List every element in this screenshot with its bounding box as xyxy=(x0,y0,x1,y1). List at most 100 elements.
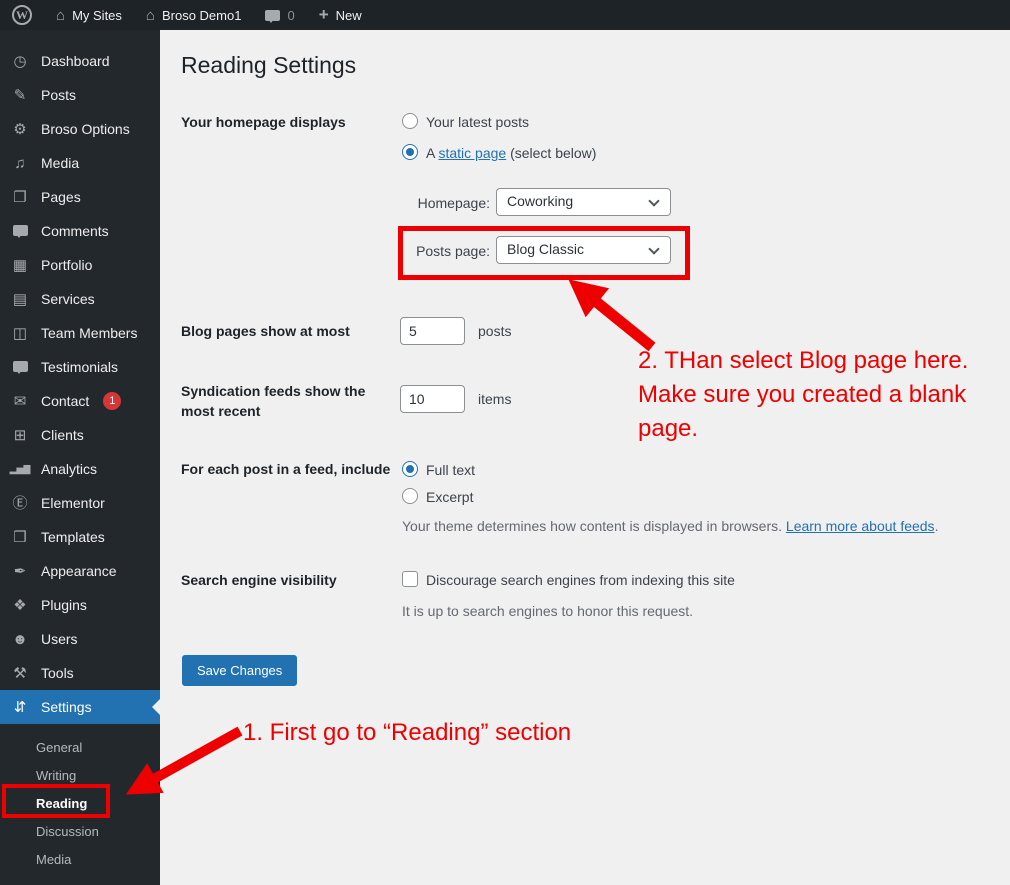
posts-page-select-label: Posts page: xyxy=(416,243,490,259)
sidebar-item-media[interactable]: ♫ Media xyxy=(0,146,160,180)
wrench-icon: ⚒ xyxy=(13,664,27,682)
sidebar-item-label: Comments xyxy=(41,223,109,239)
search-visibility-label: Search engine visibility xyxy=(181,572,337,588)
feed-note: Your theme determines how content is dis… xyxy=(402,518,938,534)
submenu-item-reading[interactable]: Reading xyxy=(0,790,160,818)
sidebar-item-label: Media xyxy=(41,155,80,171)
services-icon: ▤ xyxy=(12,290,28,308)
sidebar-item-dashboard[interactable]: ◷ Dashboard xyxy=(0,44,160,78)
radio-latest-posts-label: Your latest posts xyxy=(426,114,529,130)
posts-page-select[interactable]: Blog Classic xyxy=(496,236,671,264)
sidebar-item-label: Templates xyxy=(41,529,105,545)
chevron-down-icon xyxy=(648,243,660,255)
sidebar-item-appearance[interactable]: ✒ Appearance xyxy=(0,554,160,588)
sidebar-item-posts[interactable]: ✎ Posts xyxy=(0,78,160,112)
radio-static-page[interactable] xyxy=(402,144,418,160)
admin-bar: W ⌂ My Sites ⌂ Broso Demo1 0 + New xyxy=(0,0,1010,30)
sidebar-item-settings[interactable]: ⇵ Settings xyxy=(0,690,160,724)
sidebar-item-label: Elementor xyxy=(41,495,105,511)
pushpin-icon: ✎ xyxy=(13,86,27,104)
grid-icon: ⊞ xyxy=(13,426,27,444)
gear-icon: ⚙ xyxy=(13,120,27,138)
sidebar-item-analytics[interactable]: ▂▅▇ Analytics xyxy=(0,452,160,486)
annotation-step1-text: 1. First go to “Reading” section xyxy=(243,719,572,746)
sidebar-item-broso-options[interactable]: ⚙ Broso Options xyxy=(0,112,160,146)
static-page-link[interactable]: static page xyxy=(438,145,506,161)
sidebar-item-label: Tools xyxy=(41,665,74,681)
admin-menu: ◷ Dashboard ✎ Posts ⚙ Broso Options ♫ Media ❐ Pag… xyxy=(0,44,160,724)
feed-note-text: Your theme determines how content is dis… xyxy=(402,518,786,534)
media-icon: ♫ xyxy=(14,154,26,172)
sidebar-item-plugins[interactable]: ❖ Plugins xyxy=(0,588,160,622)
submenu-item-discussion[interactable]: Discussion xyxy=(0,818,160,846)
syndication-label: Syndication feeds show the most recent xyxy=(181,383,366,419)
page-title: Reading Settings xyxy=(181,52,357,78)
discourage-indexing-label: Discourage search engines from indexing … xyxy=(426,572,735,588)
new-label: New xyxy=(335,7,362,23)
static-page-prefix: A xyxy=(426,145,439,161)
syndication-input[interactable] xyxy=(400,385,465,413)
sidebar-item-services[interactable]: ▤ Services xyxy=(0,282,160,316)
sidebar-item-label: Settings xyxy=(41,699,92,715)
envelope-icon: ✉ xyxy=(13,392,27,410)
blog-pages-input[interactable] xyxy=(400,317,465,345)
syndication-unit: items xyxy=(478,391,512,407)
wordpress-logo-menu[interactable]: W xyxy=(0,0,44,30)
sidebar-item-team-members[interactable]: ◫ Team Members xyxy=(0,316,160,350)
radio-latest-posts[interactable] xyxy=(402,113,418,129)
site-name-menu[interactable]: ⌂ Broso Demo1 xyxy=(134,0,254,30)
homepage-displays-label: Your homepage displays xyxy=(181,114,346,130)
new-content-menu[interactable]: + New xyxy=(307,0,374,30)
submenu-item-media[interactable]: Media xyxy=(0,846,160,874)
reading-settings-page: Reading Settings Your homepage displays … xyxy=(160,30,1010,885)
annotation-step2-text: 2. THan select Blog page here. Make sure… xyxy=(638,344,968,446)
plus-icon: + xyxy=(318,5,329,24)
sidebar-item-users[interactable]: ☻ Users xyxy=(0,622,160,656)
comment-bubble-icon xyxy=(12,224,28,238)
radio-full-text[interactable] xyxy=(402,461,418,477)
submenu-item-general[interactable]: General xyxy=(0,734,160,762)
comments-menu[interactable]: 0 xyxy=(253,0,306,30)
sidebar-item-elementor[interactable]: Ⓔ Elementor xyxy=(0,486,160,520)
blog-pages-unit: posts xyxy=(478,323,512,339)
sidebar-item-contact[interactable]: ✉ Contact 1 xyxy=(0,384,160,418)
sidebar-item-label: Contact xyxy=(41,393,90,409)
learn-more-feeds-link[interactable]: Learn more about feeds xyxy=(786,518,935,534)
sidebar-item-label: Services xyxy=(41,291,95,307)
sidebar-item-tools[interactable]: ⚒ Tools xyxy=(0,656,160,690)
homepage-select[interactable]: Coworking xyxy=(496,188,671,216)
multisite-house-icon: ⌂ xyxy=(56,6,66,24)
wordpress-logo-icon: W xyxy=(12,5,32,25)
home-icon: ⌂ xyxy=(145,6,155,24)
radio-full-text-label: Full text xyxy=(426,462,476,478)
sidebar-item-label: Analytics xyxy=(41,461,98,477)
sidebar-item-label: Users xyxy=(41,631,78,647)
sidebar-item-portfolio[interactable]: ▦ Portfolio xyxy=(0,248,160,282)
feed-include-label: For each post in a feed, include xyxy=(181,461,391,477)
radio-excerpt[interactable] xyxy=(402,488,418,504)
posts-page-select-value: Blog Classic xyxy=(507,241,585,257)
sidebar-item-label: Broso Options xyxy=(41,121,130,137)
annotation-step2-line1: 2. THan select Blog page here. xyxy=(638,347,969,374)
sidebar-item-templates[interactable]: ❒ Templates xyxy=(0,520,160,554)
sidebar-item-testimonials[interactable]: Testimonials xyxy=(0,350,160,384)
my-sites-menu[interactable]: ⌂ My Sites xyxy=(44,0,134,30)
homepage-select-label: Homepage: xyxy=(417,195,490,211)
sidebar-item-comments[interactable]: Comments xyxy=(0,214,160,248)
comment-count: 0 xyxy=(287,7,295,23)
comment-bubble-icon xyxy=(265,9,281,23)
save-changes-button[interactable]: Save Changes xyxy=(182,655,298,686)
sidebar-item-pages[interactable]: ❐ Pages xyxy=(0,180,160,214)
discourage-indexing-checkbox[interactable] xyxy=(402,571,418,587)
feed-note-suffix: . xyxy=(934,518,939,534)
submenu-item-writing[interactable]: Writing xyxy=(0,762,160,790)
testimonial-bubble-icon xyxy=(9,360,31,375)
sidebar-item-clients[interactable]: ⊞ Clients xyxy=(0,418,160,452)
sidebar-item-label: Testimonials xyxy=(41,359,119,375)
unread-count-badge: 1 xyxy=(103,392,122,410)
sidebar-item-label: Portfolio xyxy=(41,257,93,273)
sidebar-item-label: Plugins xyxy=(41,597,87,613)
bar-chart-icon: ▂▅▇ xyxy=(9,463,31,474)
brush-icon: ✒ xyxy=(13,562,27,580)
plugin-icon: ❖ xyxy=(13,596,27,614)
